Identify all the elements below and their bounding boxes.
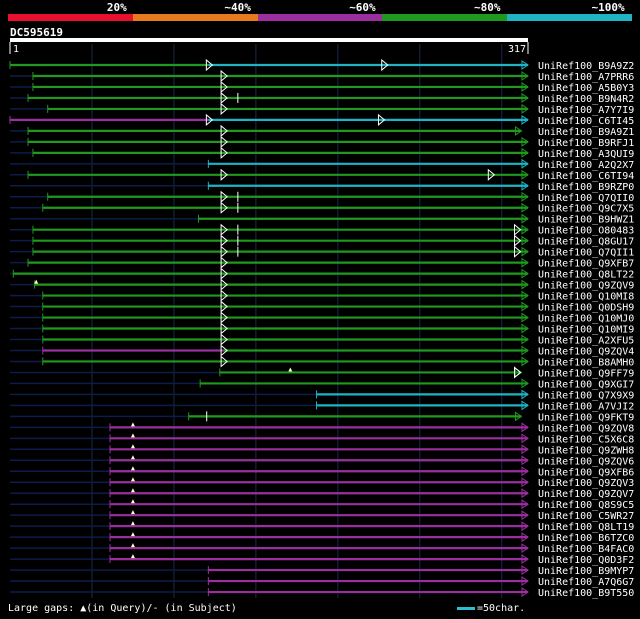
hit-label: UniRef100_Q9ZQV7 [538, 489, 634, 500]
hit-label: UniRef100_B9A9Z1 [538, 127, 634, 138]
hit-label: UniRef100_B4FAC0 [538, 544, 634, 555]
hit-label: UniRef100_Q8LT22 [538, 270, 634, 281]
query-gap-marker [288, 367, 293, 372]
hit-label: UniRef100_B9RFJ1 [538, 138, 634, 149]
query-gap-marker [130, 433, 135, 438]
hit-label: UniRef100_Q9XFB7 [538, 259, 634, 270]
hit-label: UniRef100_Q9ZQV9 [538, 281, 634, 292]
hit-label: UniRef100_Q7QII0 [538, 193, 634, 204]
hit-label: UniRef100_Q8S9C5 [538, 500, 634, 511]
hit-label: UniRef100_Q7QII1 [538, 248, 634, 259]
query-gap-marker [130, 554, 135, 559]
hit-label: UniRef100_C6TI94 [538, 171, 634, 182]
hit-label: UniRef100_Q10MI9 [538, 325, 634, 336]
hit-label: UniRef100_Q9ZWH8 [538, 445, 634, 456]
hit-label: UniRef100_Q9ZQV4 [538, 346, 634, 357]
alignment-diagram: 1 317UniRef100_B9A9Z2UniRef100_A7PRR6UniR… [9, 38, 634, 599]
hit-label: UniRef100_B9A9Z2 [538, 61, 634, 72]
hit-label: UniRef100_Q9ZQV3 [538, 478, 634, 489]
hit-label: UniRef100_B9T550 [538, 588, 634, 599]
hit-label: UniRef100_C6TI45 [538, 116, 634, 127]
hit-label: UniRef100_Q10MJ0 [538, 314, 634, 325]
hit-label: UniRef100_A2Q2X7 [538, 160, 634, 171]
hit-label: UniRef100_Q8GU17 [538, 237, 634, 248]
query-gap-marker [130, 466, 135, 471]
hit-label: UniRef100_A5B0Y3 [538, 83, 634, 94]
hit-label: UniRef100_Q9C7X5 [538, 204, 634, 215]
hit-label: UniRef100_Q8LT19 [538, 522, 634, 533]
hit-label: UniRef100_Q9ZQV8 [538, 423, 634, 434]
hit-label: UniRef100_Q9FF79 [538, 368, 634, 379]
hit-label: UniRef100_C5WR27 [538, 511, 634, 522]
hit-label: UniRef100_C5X6C8 [538, 434, 634, 445]
gaps-legend: Large gaps: ▲(in Query)/- (in Subject) [8, 603, 237, 614]
query-gap-marker [130, 422, 135, 427]
query-gap-marker [130, 521, 135, 526]
query-bar [10, 38, 528, 42]
hit-label: UniRef100_B6TZC0 [538, 533, 634, 544]
hit-label: UniRef100_A7PRR6 [538, 72, 634, 83]
scale-swatch [457, 606, 475, 610]
query-end-label: 317 [508, 44, 526, 55]
query-gap-marker [130, 455, 135, 460]
hit-label: UniRef100_O80483 [538, 226, 634, 237]
hit-label: UniRef100_Q9FKT9 [538, 412, 634, 423]
hit-label: UniRef100_B9MYP7 [538, 566, 634, 577]
hit-label: UniRef100_Q9XGI7 [538, 379, 634, 390]
hit-label: UniRef100_A3QUI9 [538, 149, 634, 160]
query-gap-marker [130, 488, 135, 493]
hit-label: UniRef100_A7Q6G7 [538, 577, 634, 588]
query-gap-marker [130, 444, 135, 449]
hit-label: UniRef100_Q0D3F2 [538, 555, 634, 566]
hit-label: UniRef100_A7VJI2 [538, 401, 634, 412]
hit-label: UniRef100_A7Y7I9 [538, 105, 634, 116]
query-gap-marker [130, 532, 135, 537]
query-gap-marker [130, 477, 135, 482]
hit-label: UniRef100_Q10MI8 [538, 292, 634, 303]
hit-label: UniRef100_Q9XFB6 [538, 467, 634, 478]
hit-label: UniRef100_Q7X9X9 [538, 390, 634, 401]
hit-label: UniRef100_B9N4R2 [538, 94, 634, 105]
hit-label: UniRef100_B9HWZ1 [538, 215, 634, 226]
scale-legend: =50char. [457, 603, 525, 614]
hit-label: UniRef100_Q9ZQV6 [538, 456, 634, 467]
hit-label: UniRef100_B9RZP0 [538, 182, 634, 193]
hit-label: UniRef100_Q0DSH9 [538, 303, 634, 314]
hit-label: UniRef100_B8AMH0 [538, 357, 634, 368]
scale-label: =50char. [477, 603, 526, 614]
query-gap-marker [130, 543, 135, 548]
query-start-label: 1 [13, 44, 19, 55]
hit-label: UniRef100_A2XFU5 [538, 336, 634, 347]
query-gap-marker [130, 499, 135, 504]
query-gap-marker [130, 510, 135, 515]
